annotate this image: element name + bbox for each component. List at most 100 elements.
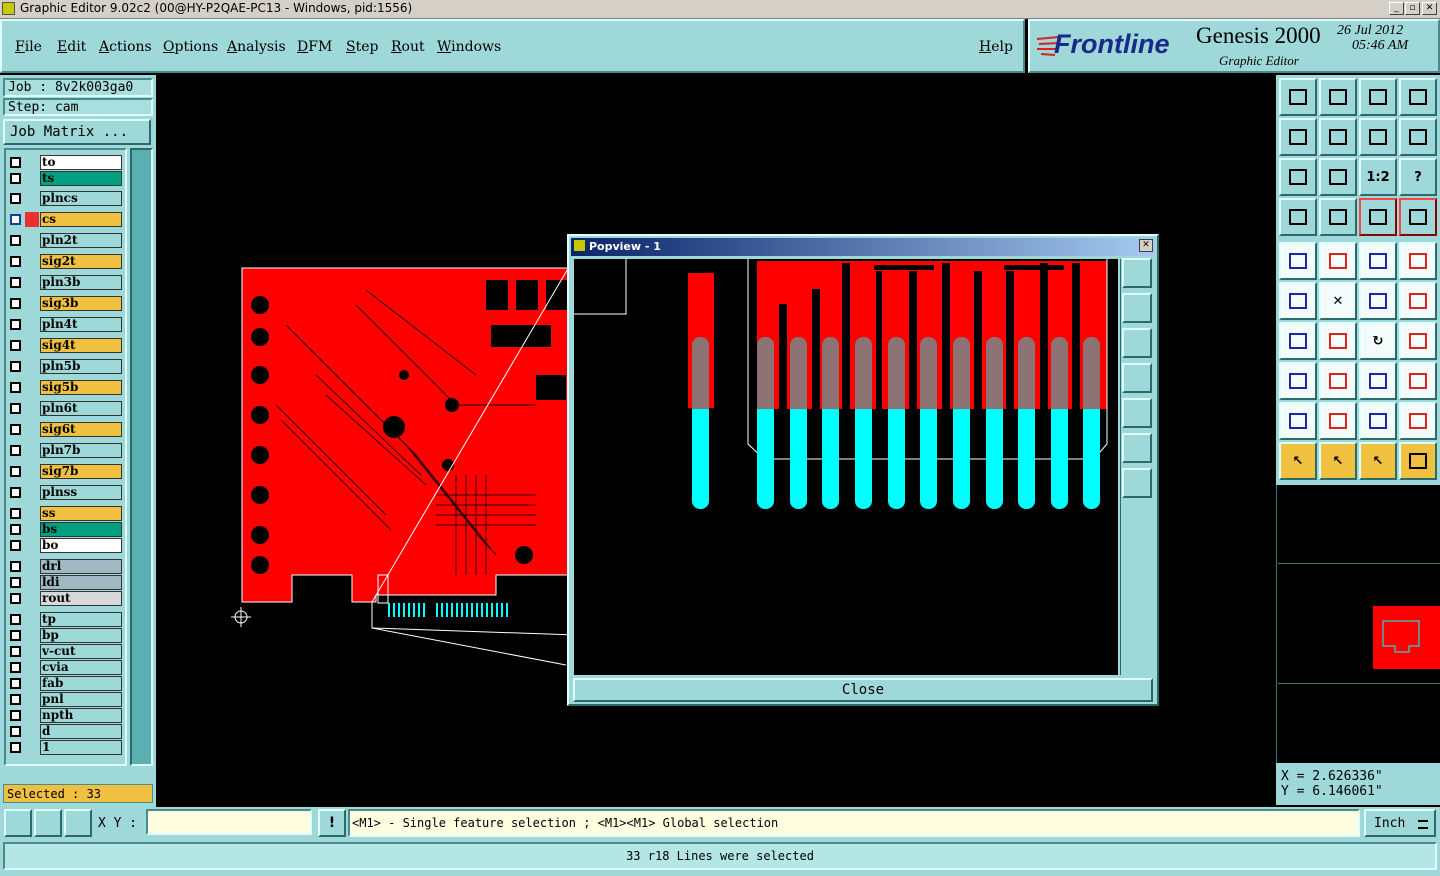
layer-row-bo[interactable]: bo — [8, 538, 124, 553]
connect-icon[interactable] — [1279, 282, 1317, 320]
layer-checkbox[interactable] — [10, 662, 21, 673]
layer-row-sig7b[interactable]: sig7b — [8, 464, 124, 479]
layer-name[interactable]: bo — [40, 538, 122, 553]
layer-checkbox[interactable] — [10, 540, 21, 551]
popview-close-button[interactable]: Close — [573, 678, 1153, 702]
layer-checkbox[interactable] — [10, 445, 21, 456]
layer-checkbox[interactable] — [10, 173, 21, 184]
circle-icon[interactable] — [1399, 242, 1437, 280]
pointer3-icon[interactable]: ↖ — [1359, 442, 1397, 480]
dimension-icon[interactable] — [1359, 362, 1397, 400]
layer-row-d[interactable]: d — [8, 724, 124, 739]
layer-row-sig2t[interactable]: sig2t — [8, 254, 124, 269]
layer-name[interactable]: tp — [40, 612, 122, 627]
layer-name[interactable]: sig3b — [40, 296, 122, 311]
popview-canvas[interactable] — [574, 259, 1118, 675]
triangle4-icon[interactable] — [1399, 402, 1437, 440]
layer-checkbox[interactable] — [10, 710, 21, 721]
layer-name[interactable]: pln3b — [40, 275, 122, 290]
arc-icon[interactable]: ↻ — [1359, 322, 1397, 360]
pan-icon[interactable] — [1319, 158, 1357, 196]
menu-help[interactable]: Help — [979, 39, 1013, 55]
layer-row-sig5b[interactable]: sig5b — [8, 380, 124, 395]
layer-row-pln5b[interactable]: pln5b — [8, 359, 124, 374]
menu-analysis[interactable]: Analysis — [227, 39, 286, 55]
layer-row-pln6t[interactable]: pln6t — [8, 401, 124, 416]
popview-fit-icon[interactable] — [1122, 433, 1152, 463]
layer-list-scrollbar[interactable] — [130, 148, 153, 766]
split-icon[interactable] — [1399, 322, 1437, 360]
pointer2-icon[interactable]: ↖ — [1319, 442, 1357, 480]
layer-name[interactable]: pnl — [40, 692, 122, 707]
popview-down-icon[interactable] — [1122, 328, 1152, 358]
layer-checkbox[interactable] — [10, 235, 21, 246]
close-window-button[interactable]: ✕ — [1422, 2, 1437, 15]
move-icon[interactable] — [1359, 282, 1397, 320]
layer-row-pln2t[interactable]: pln2t — [8, 233, 124, 248]
layer-name[interactable]: plnss — [40, 485, 122, 500]
layer-row-fab[interactable]: fab — [8, 676, 124, 691]
layer-name[interactable]: pln4t — [40, 317, 122, 332]
layer-row-1[interactable]: 1 — [8, 740, 124, 755]
cut-icon[interactable] — [1319, 362, 1357, 400]
layer-name[interactable]: bp — [40, 628, 122, 643]
layer-name[interactable]: pln5b — [40, 359, 122, 374]
layer-row-pln3b[interactable]: pln3b — [8, 275, 124, 290]
layer-name[interactable]: sig7b — [40, 464, 122, 479]
layer-checkbox[interactable] — [10, 694, 21, 705]
menu-windows[interactable]: Windows — [437, 39, 501, 55]
measure-icon[interactable] — [1359, 242, 1397, 280]
layer-name[interactable]: ts — [40, 171, 122, 186]
layer-name[interactable]: pln2t — [40, 233, 122, 248]
import-icon[interactable] — [1279, 118, 1317, 156]
layer-checkbox[interactable] — [10, 630, 21, 641]
layer-name[interactable]: v-cut — [40, 644, 122, 659]
layer-row-ldi[interactable]: ldi — [8, 575, 124, 590]
open-job-icon[interactable] — [1279, 78, 1317, 116]
layer-checkbox[interactable] — [10, 193, 21, 204]
layer-checkbox[interactable] — [10, 319, 21, 330]
popview-zoom-icon[interactable] — [1122, 258, 1152, 288]
layer-checkbox[interactable] — [10, 561, 21, 572]
popview-right-icon[interactable] — [1122, 398, 1152, 428]
layer-checkbox[interactable] — [10, 508, 21, 519]
layer-row-tp[interactable]: tp — [8, 612, 124, 627]
layer-row-sig3b[interactable]: sig3b — [8, 296, 124, 311]
layer-checkbox[interactable] — [10, 614, 21, 625]
line-icon[interactable] — [1279, 322, 1317, 360]
pad-select-icon[interactable] — [1279, 362, 1317, 400]
layer-row-ss[interactable]: ss — [8, 506, 124, 521]
layer-checkbox[interactable] — [10, 403, 21, 414]
layer-checkbox[interactable] — [10, 577, 21, 588]
scale-icon[interactable]: 1:2 — [1359, 158, 1397, 196]
units-select[interactable]: Inch — [1364, 809, 1436, 837]
layer-checkbox[interactable] — [10, 298, 21, 309]
rotate-icon[interactable] — [1359, 118, 1397, 156]
layer-checkbox[interactable] — [10, 466, 21, 477]
job-matrix-button[interactable]: Job Matrix ... — [3, 119, 151, 145]
layer-row-npth[interactable]: npth — [8, 708, 124, 723]
layer-name[interactable]: pln7b — [40, 443, 122, 458]
layer-row-cvia[interactable]: cvia — [8, 660, 124, 675]
layer-row-sig6t[interactable]: sig6t — [8, 422, 124, 437]
home-icon[interactable] — [1359, 78, 1397, 116]
grid-icon[interactable] — [1319, 198, 1357, 236]
layer-checkbox[interactable] — [10, 593, 21, 604]
window-icon[interactable] — [1399, 78, 1437, 116]
layer-row-bp[interactable]: bp — [8, 628, 124, 643]
layer-checkbox[interactable] — [10, 424, 21, 435]
layer-row-sig4t[interactable]: sig4t — [8, 338, 124, 353]
layer-row-to[interactable]: to — [8, 155, 124, 170]
layer-name[interactable]: sig4t — [40, 338, 122, 353]
layer-name[interactable]: drl — [40, 559, 122, 574]
layer-checkbox[interactable] — [10, 382, 21, 393]
layer-name[interactable]: cvia — [40, 660, 122, 675]
menu-edit[interactable]: Edit — [57, 39, 86, 55]
layer-row-pln4t[interactable]: pln4t — [8, 317, 124, 332]
layer-checkbox[interactable] — [10, 277, 21, 288]
triangle2-icon[interactable] — [1319, 402, 1357, 440]
layer-name[interactable]: fab — [40, 676, 122, 691]
maximize-button[interactable]: ▫ — [1405, 2, 1420, 15]
menu-file[interactable]: File — [15, 39, 42, 55]
layer-row-rout[interactable]: rout — [8, 591, 124, 606]
